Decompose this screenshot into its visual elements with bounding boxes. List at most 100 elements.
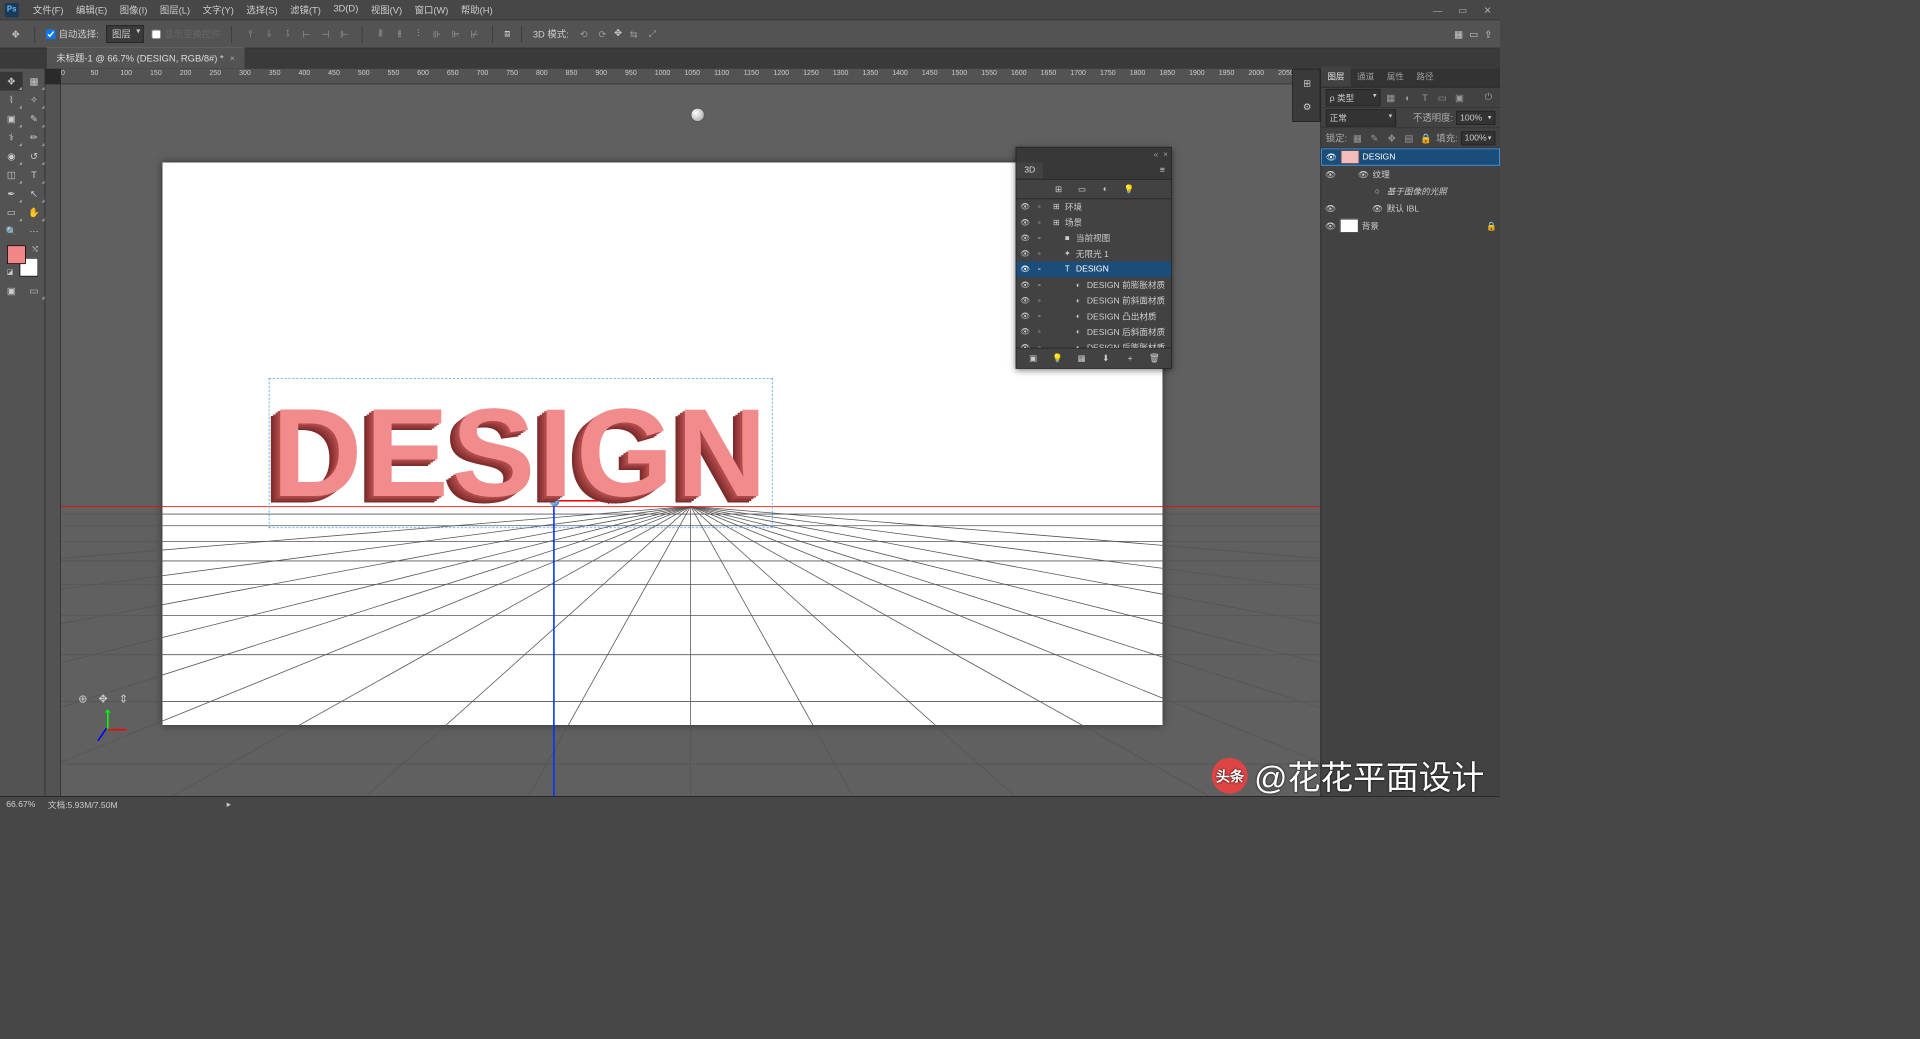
menu-select[interactable]: 选择(S) xyxy=(240,0,284,20)
dist-bottom-icon[interactable]: ⫶ xyxy=(411,27,425,41)
fill-select[interactable]: 100% xyxy=(1461,131,1496,145)
foreground-color[interactable] xyxy=(7,245,26,264)
lock-all-icon[interactable]: 🔒 xyxy=(1419,131,1433,145)
stamp-tool[interactable]: ◉ xyxy=(0,147,23,166)
3d-move-icon[interactable]: ✥ xyxy=(95,691,111,707)
3d-scale-icon[interactable]: ⇕ xyxy=(116,691,132,707)
3d-scene-item[interactable]: 👁▫⊞场景 xyxy=(1016,215,1171,231)
edit-toolbar[interactable]: ⋯ xyxy=(23,222,46,241)
3d-camera-icon[interactable]: ▦ xyxy=(1075,353,1089,363)
crop-tool[interactable]: ▣ xyxy=(0,109,23,128)
maximize-button[interactable]: ▭ xyxy=(1450,0,1475,20)
lock-pos-icon[interactable]: ✥ xyxy=(1385,131,1399,145)
auto-select-target[interactable]: 图层 xyxy=(107,25,145,43)
3d-slide-icon[interactable]: ⇆ xyxy=(627,27,641,41)
3d-plane-icon[interactable]: ⬇ xyxy=(1099,353,1113,363)
filter-type-icon[interactable]: T xyxy=(1418,90,1432,104)
arrange-icon[interactable]: ▦ xyxy=(1454,29,1463,40)
screen-mode-icon[interactable]: ▭ xyxy=(1469,29,1478,40)
document-tab[interactable]: 未标题-1 @ 66.7% (DESIGN, RGB/8#) * × xyxy=(47,47,244,69)
3d-pan-icon[interactable]: ✥ xyxy=(614,27,622,41)
layer-row[interactable]: ○基于图像的光照 xyxy=(1321,183,1500,200)
lock-artboard-icon[interactable]: ▤ xyxy=(1402,131,1416,145)
minimize-button[interactable]: — xyxy=(1425,0,1450,20)
eyedropper-tool[interactable]: ✎ xyxy=(23,109,46,128)
artboard-tool[interactable]: ▦ xyxy=(23,72,46,91)
color-swatches[interactable]: ⤭ ◪ xyxy=(7,245,38,276)
layer-row[interactable]: 👁背景🔒 xyxy=(1321,217,1500,234)
move-tool[interactable]: ✥ xyxy=(0,72,23,91)
3d-align-icon[interactable]: ⧈ xyxy=(504,28,510,40)
dist-left-icon[interactable]: ⊪ xyxy=(430,27,444,41)
collapsed-history-icon[interactable]: ⊞ xyxy=(1293,73,1321,95)
3d-orbit-icon[interactable]: ⟲ xyxy=(577,27,591,41)
blend-mode-select[interactable]: 正常 xyxy=(1326,109,1396,126)
3d-filter-mesh-icon[interactable]: ▭ xyxy=(1075,182,1089,196)
type-tool[interactable]: T xyxy=(23,166,46,185)
auto-select-check[interactable]: 自动选择: xyxy=(46,27,99,40)
close-button[interactable]: ✕ xyxy=(1475,0,1500,20)
3d-scene-item[interactable]: 👁▫◐DESIGN 前膨胀材质 xyxy=(1016,277,1171,293)
tab-paths[interactable]: 路径 xyxy=(1410,66,1440,86)
rect-tool[interactable]: ▭ xyxy=(0,203,23,222)
auto-select-checkbox[interactable] xyxy=(46,29,55,38)
history-brush-tool[interactable]: ↺ xyxy=(23,147,46,166)
menu-window[interactable]: 窗口(W) xyxy=(408,0,454,20)
lasso-tool[interactable]: ⌇ xyxy=(0,91,23,110)
collapsed-properties-icon[interactable]: ⚙ xyxy=(1293,96,1321,118)
3d-scene-item[interactable]: 👁▫◐DESIGN 后斜面材质 xyxy=(1016,324,1171,340)
3d-panel-close-icon[interactable]: × xyxy=(1163,150,1168,159)
filter-toggle-icon[interactable]: ⏻ xyxy=(1481,90,1495,104)
hand-tool[interactable]: ✋ xyxy=(23,203,46,222)
filter-pixel-icon[interactable]: ▦ xyxy=(1384,90,1398,104)
magic-wand-tool[interactable]: ✧ xyxy=(23,91,46,110)
3d-render-icon[interactable]: ▣ xyxy=(1026,353,1040,363)
tab-close-icon[interactable]: × xyxy=(230,54,235,63)
3d-filter-material-icon[interactable]: ◐ xyxy=(1098,182,1112,196)
path-select-tool[interactable]: ↖ xyxy=(23,184,46,203)
3d-panel-collapse-icon[interactable]: « xyxy=(1153,150,1158,159)
3d-filter-scene-icon[interactable]: ⊞ xyxy=(1052,182,1066,196)
share-icon[interactable]: ⇪ xyxy=(1484,29,1492,40)
show-transform-check[interactable]: 显示变换控件 xyxy=(152,27,221,40)
3d-text-object[interactable]: DESIGN xyxy=(272,381,770,525)
lock-paint-icon[interactable]: ✎ xyxy=(1367,131,1381,145)
show-transform-checkbox[interactable] xyxy=(152,29,161,38)
layer-row[interactable]: 👁👁纹理 xyxy=(1321,166,1500,183)
3d-light-icon[interactable]: 💡 xyxy=(1050,353,1064,363)
3d-panel-tab[interactable]: 3D xyxy=(1016,163,1043,179)
filter-smart-icon[interactable]: ▣ xyxy=(1452,90,1466,104)
pen-tool[interactable]: ✒ xyxy=(0,184,23,203)
dist-hcenter-icon[interactable]: ⊫ xyxy=(449,27,463,41)
3d-scene-item[interactable]: 👁▫◐DESIGN 前斜面材质 xyxy=(1016,293,1171,309)
3d-panel-menu-icon[interactable]: ≡ xyxy=(1154,163,1172,179)
lock-trans-icon[interactable]: ▦ xyxy=(1350,131,1364,145)
layer-row[interactable]: 👁DESIGN xyxy=(1321,148,1500,165)
3d-scene-item[interactable]: 👁▫✦无限光 1 xyxy=(1016,246,1171,262)
brush-tool[interactable]: ✏ xyxy=(23,128,46,147)
menu-edit[interactable]: 编辑(E) xyxy=(70,0,114,20)
3d-new-icon[interactable]: + xyxy=(1123,354,1137,363)
3d-scene-item[interactable]: 👁▫⊞环境 xyxy=(1016,199,1171,215)
3d-scene-item[interactable]: 👁▫◐DESIGN 凸出材质 xyxy=(1016,309,1171,325)
eraser-tool[interactable]: ◫ xyxy=(0,166,23,185)
layer-filter-select[interactable]: ρ 类型 xyxy=(1326,89,1381,106)
align-left-icon[interactable]: ⊢ xyxy=(300,27,314,41)
default-colors-icon[interactable]: ◪ xyxy=(7,268,14,277)
3d-home-icon[interactable]: ⊕ xyxy=(75,691,91,707)
align-right-icon[interactable]: ⊩ xyxy=(337,27,351,41)
3d-scene-item[interactable]: 👁▫TDESIGN xyxy=(1016,262,1171,278)
3d-light-widget[interactable] xyxy=(691,108,705,122)
align-top-icon[interactable]: ⫯ xyxy=(243,27,257,41)
layer-row[interactable]: 👁👁默认 IBL xyxy=(1321,200,1500,217)
3d-delete-icon[interactable]: 🗑 xyxy=(1147,353,1161,363)
opacity-select[interactable]: 100% xyxy=(1456,111,1495,125)
tab-channels[interactable]: 通道 xyxy=(1351,66,1381,86)
align-hcenter-icon[interactable]: ⊣ xyxy=(318,27,332,41)
3d-filter-light-icon[interactable]: 💡 xyxy=(1122,182,1136,196)
screenmode-tool[interactable]: ▭ xyxy=(23,281,46,300)
filter-adjust-icon[interactable]: ◐ xyxy=(1401,90,1415,104)
align-vcenter-icon[interactable]: ⫰ xyxy=(262,27,276,41)
3d-axis-widget[interactable] xyxy=(88,710,127,749)
quickmask-tool[interactable]: ▣ xyxy=(0,281,23,300)
